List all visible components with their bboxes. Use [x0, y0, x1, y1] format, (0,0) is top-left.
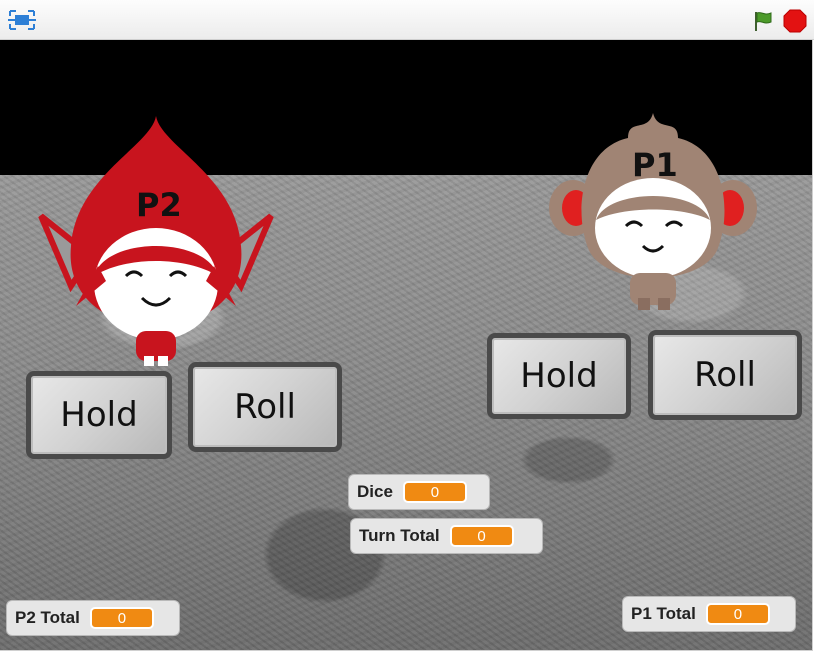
dice-monitor-value: 0	[402, 481, 467, 503]
turn-total-monitor[interactable]: Turn Total 0	[350, 518, 543, 554]
p1-label: P1	[632, 146, 678, 184]
dice-monitor-label: Dice	[357, 482, 393, 501]
p1-total-monitor-label: P1 Total	[631, 604, 696, 623]
fullscreen-toggle-icon[interactable]	[8, 9, 36, 31]
stage: P2 P1 Hold Roll Hold Roll Dice 0 Turn To…	[0, 40, 813, 651]
p1-total-monitor-value: 0	[705, 603, 770, 625]
p2-sprite[interactable]	[36, 116, 276, 366]
stop-sign-icon[interactable]	[783, 9, 807, 33]
p2-total-monitor[interactable]: P2 Total 0	[6, 600, 180, 636]
p2-roll-button[interactable]: Roll	[188, 362, 342, 452]
p2-total-monitor-value: 0	[89, 607, 154, 629]
p2-label: P2	[136, 186, 182, 224]
p2-hold-button[interactable]: Hold	[26, 371, 172, 459]
p1-total-monitor[interactable]: P1 Total 0	[622, 596, 796, 632]
stage-toolbar	[0, 0, 814, 40]
turn-total-monitor-value: 0	[449, 525, 514, 547]
p1-sprite[interactable]	[548, 108, 758, 313]
p1-roll-button[interactable]: Roll	[648, 330, 802, 420]
dice-monitor[interactable]: Dice 0	[348, 474, 490, 510]
p2-total-monitor-label: P2 Total	[15, 608, 80, 627]
turn-total-monitor-label: Turn Total	[359, 526, 440, 545]
p1-hold-button[interactable]: Hold	[487, 333, 631, 419]
green-flag-icon[interactable]	[751, 9, 775, 33]
